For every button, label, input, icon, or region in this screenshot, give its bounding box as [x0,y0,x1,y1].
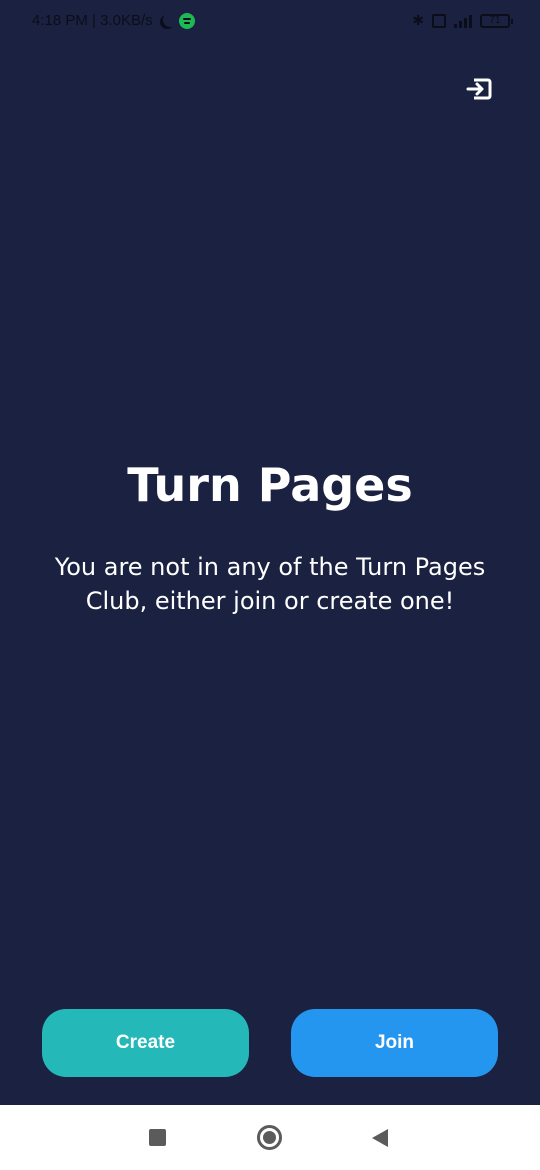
bluetooth-icon: ✱ [412,12,424,28]
page-title: Turn Pages [127,458,413,512]
exit-to-app-icon [466,78,492,100]
battery-icon: 71 [480,13,513,28]
status-right: ✱ 71 [412,12,513,29]
spotify-icon [178,12,195,29]
signal-icon [454,14,472,28]
app-screen: 4:18 PM | 3.0KB/s ✱ 71 Turn Pages You ar… [0,0,540,1170]
triangle-back-icon[interactable] [372,1129,388,1147]
moon-icon [163,13,177,27]
circle-icon[interactable] [257,1125,282,1150]
square-icon[interactable] [149,1129,166,1146]
status-left: 4:18 PM | 3.0KB/s [32,12,195,29]
status-time-speed: 4:18 PM | 3.0KB/s [32,12,153,29]
sim-icon [432,13,446,28]
status-bar: 4:18 PM | 3.0KB/s ✱ 71 [0,0,540,40]
join-button[interactable]: Join [291,1009,498,1077]
system-nav-bar [0,1105,540,1170]
create-button[interactable]: Create [42,1009,249,1077]
empty-state-message: You are not in any of the Turn Pages Clu… [54,553,486,615]
battery-level: 71 [489,14,501,26]
exit-button[interactable] [464,74,494,104]
